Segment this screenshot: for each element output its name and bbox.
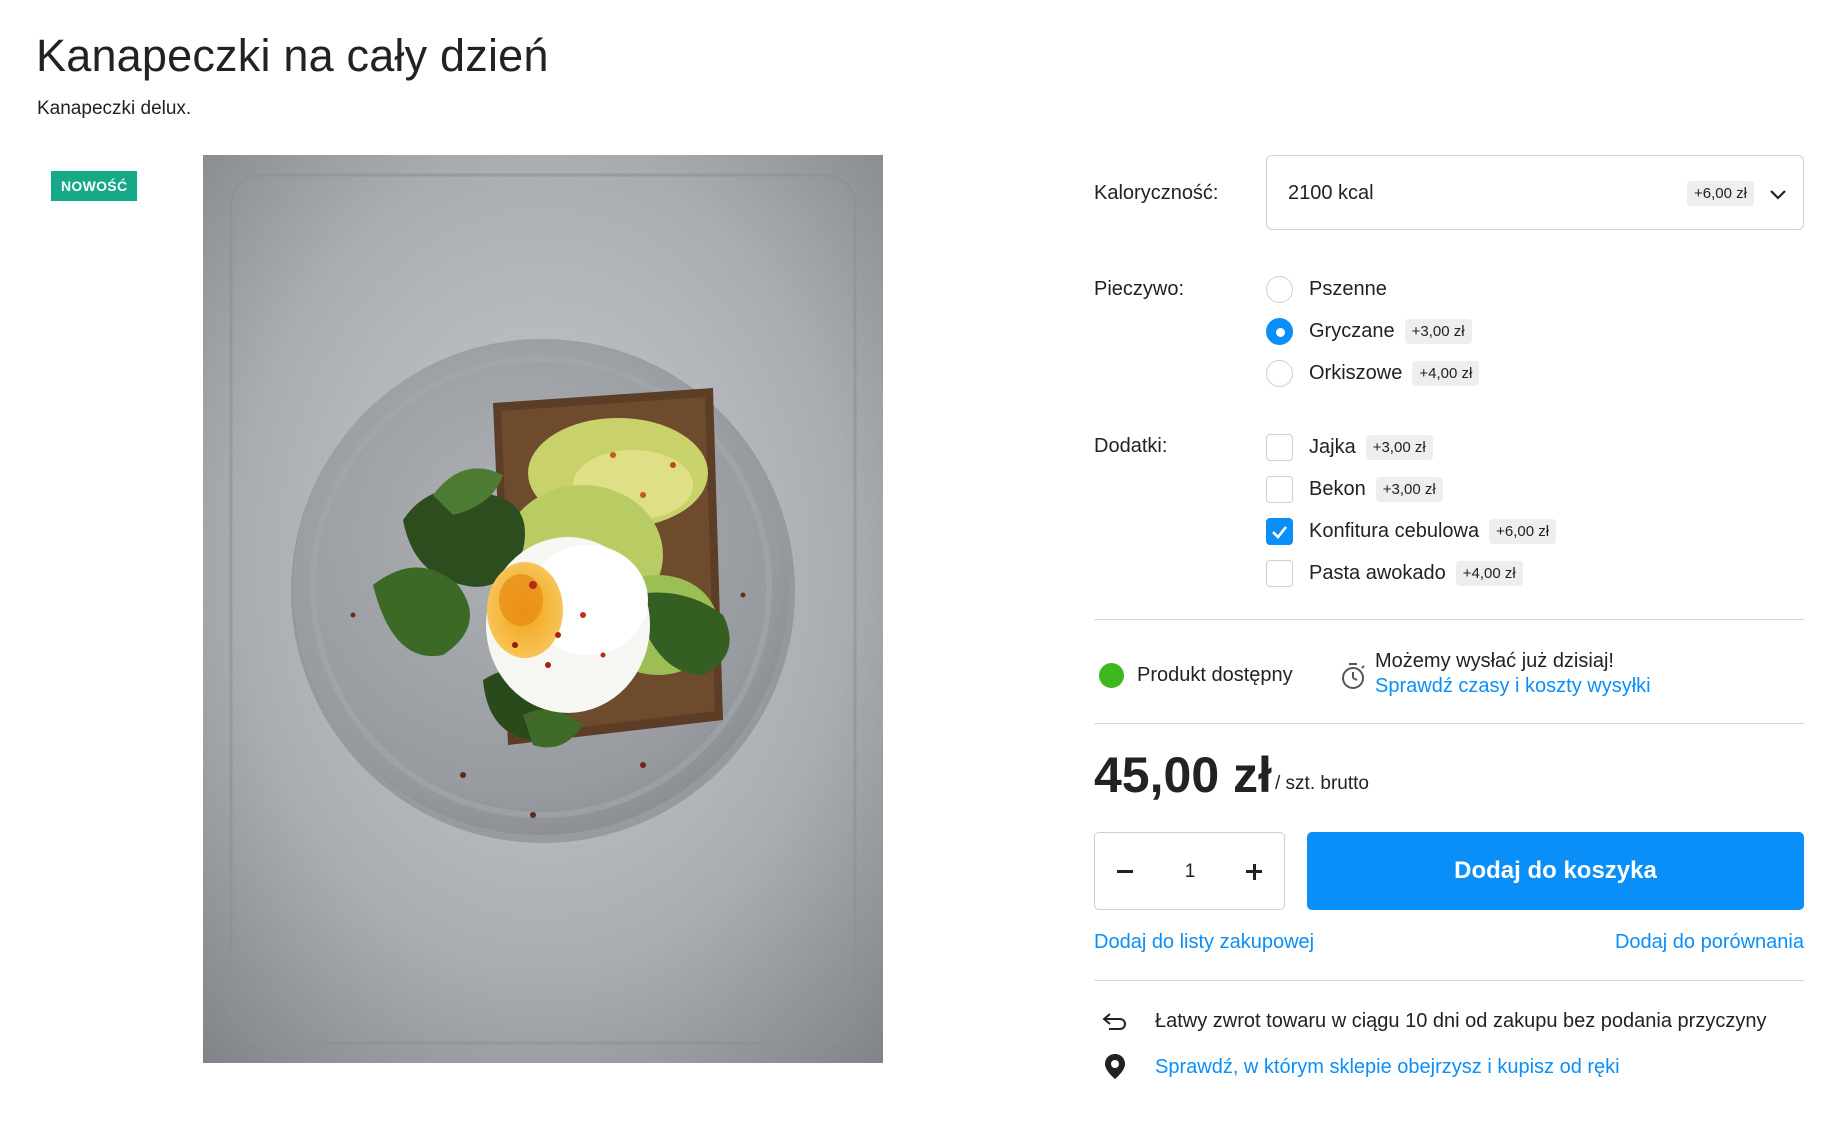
extras-label: Dodatki: <box>1094 435 1168 457</box>
bread-option-price: +4,00 zł <box>1412 360 1480 386</box>
bread-option-gryczane[interactable]: Gryczane +3,00 zł <box>1266 316 1472 346</box>
radio-button-selected[interactable] <box>1266 317 1293 345</box>
bread-option-pszenne[interactable]: Pszenne <box>1266 274 1387 304</box>
checkbox[interactable] <box>1266 475 1293 503</box>
extra-option-label: Pasta awokado <box>1309 561 1446 584</box>
new-badge: NOWOŚĆ <box>51 171 138 201</box>
divider <box>1094 980 1804 981</box>
calories-label: Kaloryczność: <box>1094 182 1219 204</box>
return-policy-text: Łatwy zwrot towaru w ciągu 10 dni od zak… <box>1155 1010 1767 1032</box>
return-arrow-icon <box>1102 1013 1126 1030</box>
timer-icon <box>1342 663 1365 689</box>
bread-option-label: Orkiszowe <box>1309 361 1403 384</box>
bread-option-price: +3,00 zł <box>1404 318 1472 344</box>
calories-select[interactable]: 2100 kcal +6,00 zł <box>1266 155 1804 230</box>
bread-option-label: Gryczane <box>1309 319 1395 342</box>
product-price: 45,00 zł <box>1094 747 1272 803</box>
add-to-compare-link[interactable]: Dodaj do porównania <box>1615 931 1804 954</box>
extra-option-label: Konfitura cebulowa <box>1309 519 1480 542</box>
extra-option-price: +3,00 zł <box>1375 476 1443 502</box>
quantity-input[interactable]: 1 <box>1155 861 1225 883</box>
product-subtitle: Kanapeczki delux. <box>37 98 192 119</box>
bread-label: Pieczywo: <box>1094 278 1185 300</box>
add-to-shopping-list-link[interactable]: Dodaj do listy zakupowej <box>1094 931 1314 954</box>
radio-button[interactable] <box>1266 359 1293 387</box>
radio-button[interactable] <box>1266 275 1293 303</box>
divider <box>1094 723 1804 724</box>
extra-option-price: +6,00 zł <box>1489 518 1557 544</box>
availability-status: Produkt dostępny <box>1137 664 1293 686</box>
calories-price: +6,00 zł <box>1687 181 1754 206</box>
quantity-stepper[interactable]: 1 <box>1094 832 1285 910</box>
checkbox[interactable] <box>1266 433 1293 461</box>
chevron-down-icon <box>1770 190 1786 200</box>
extra-option-pasta-awokado[interactable]: Pasta awokado +4,00 zł <box>1266 558 1523 588</box>
extra-option-label: Bekon <box>1309 477 1366 500</box>
extra-option-jajka[interactable]: Jajka +3,00 zł <box>1266 432 1433 462</box>
checkbox-checked[interactable] <box>1266 517 1293 545</box>
checkbox[interactable] <box>1266 559 1293 587</box>
availability-dot-icon <box>1099 663 1124 688</box>
shipping-costs-link[interactable]: Sprawdź czasy i koszty wysyłki <box>1375 675 1651 698</box>
checkmark-icon <box>1272 525 1288 539</box>
calories-value: 2100 kcal <box>1288 182 1374 204</box>
divider <box>1094 619 1804 620</box>
plus-icon[interactable] <box>1234 852 1274 892</box>
bread-option-orkiszowe[interactable]: Orkiszowe +4,00 zł <box>1266 358 1480 388</box>
minus-icon[interactable] <box>1105 852 1145 892</box>
product-title: Kanapeczki na cały dzień <box>36 30 549 81</box>
extra-option-price: +4,00 zł <box>1455 560 1523 586</box>
store-availability-link[interactable]: Sprawdź, w którym sklepie obejrzysz i ku… <box>1155 1056 1620 1079</box>
add-to-cart-button[interactable]: Dodaj do koszyka <box>1307 832 1804 910</box>
product-photo[interactable] <box>203 155 883 1063</box>
price-unit: / szt. brutto <box>1275 773 1369 794</box>
extra-option-label: Jajka <box>1309 435 1356 458</box>
bread-option-label: Pszenne <box>1309 277 1387 300</box>
extra-option-bekon[interactable]: Bekon +3,00 zł <box>1266 474 1443 504</box>
location-pin-icon <box>1105 1054 1125 1079</box>
shipping-info: Możemy wysłać już dzisiaj! <box>1375 650 1614 672</box>
extra-option-konfitura[interactable]: Konfitura cebulowa +6,00 zł <box>1266 516 1557 546</box>
extra-option-price: +3,00 zł <box>1365 434 1433 460</box>
